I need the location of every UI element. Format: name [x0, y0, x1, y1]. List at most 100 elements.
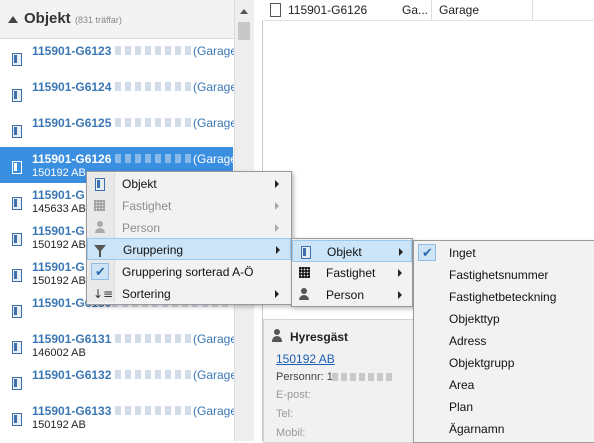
redacted-text	[115, 334, 191, 343]
redacted-text	[115, 406, 191, 415]
submenu-arrow-icon	[275, 224, 279, 232]
submenu-item-person[interactable]: Person	[292, 284, 412, 306]
submenu-item-objekt[interactable]: Objekt	[292, 240, 412, 262]
option-area[interactable]: Area	[414, 374, 594, 396]
option-objekttyp[interactable]: Objekttyp	[414, 308, 594, 330]
check-icon: ✔	[95, 264, 106, 279]
result-count: (831 träffar)	[75, 15, 122, 25]
menu-item-person: Person	[87, 217, 291, 239]
option-label: Ägarnamn	[449, 422, 505, 436]
email-label: E-post:	[276, 389, 311, 401]
object-owner: 145633 AB	[32, 203, 86, 215]
phone-label: Tel:	[276, 408, 294, 420]
menu-item-label: Fastighet	[122, 199, 172, 213]
menu-item-fastighet: Fastighet	[87, 195, 291, 217]
context-menu: Objekt Fastighet Person Gruppering ✔ Gru…	[86, 171, 292, 305]
row-type: Garage	[439, 3, 480, 17]
menu-item-label: Fastighet	[326, 266, 376, 280]
document-icon	[12, 197, 22, 210]
document-icon	[12, 161, 22, 174]
option-label: Plan	[449, 400, 474, 414]
column-divider	[532, 0, 533, 20]
option-label: Fastighetbeteckning	[449, 290, 557, 304]
object-code: 115901-G6124	[32, 80, 112, 94]
option-adress[interactable]: Adress	[414, 330, 594, 352]
building-icon	[299, 267, 310, 278]
row-type-short: Ga...	[402, 3, 429, 17]
list-item[interactable]: 115901-G6132 (Garage	[0, 363, 237, 399]
document-icon	[12, 125, 22, 138]
menu-item-sortering[interactable]: ↓≡ Sortering	[87, 283, 291, 305]
object-code: 115901-G	[32, 260, 85, 274]
scroll-up-icon[interactable]	[240, 9, 248, 14]
table-row[interactable]: 115901-G6126 Ga... Garage	[262, 0, 594, 21]
scroll-thumb[interactable]	[238, 22, 250, 40]
mobile-label: Mobil:	[276, 427, 306, 439]
document-icon	[12, 89, 22, 102]
submenu-arrow-icon	[275, 290, 279, 298]
funnel-icon	[94, 245, 106, 257]
menu-item-objekt[interactable]: Objekt	[87, 173, 291, 195]
option-label: Area	[449, 378, 475, 392]
redacted-text	[115, 370, 191, 379]
list-item[interactable]: 115901-G6125 (Garage	[0, 111, 237, 147]
person-icon	[272, 329, 282, 343]
person-icon	[299, 288, 309, 300]
list-item[interactable]: 115901-G6123 (Garage	[0, 39, 237, 75]
collapse-icon[interactable]	[8, 16, 18, 23]
submenu-item-fastighet[interactable]: Fastighet	[292, 262, 412, 284]
submenu-arrow-icon	[275, 180, 279, 188]
check-icon: ✔	[422, 245, 433, 260]
menu-item-label: Person	[122, 221, 161, 235]
menu-item-label: Objekt	[122, 177, 157, 191]
menu-item-label: Gruppering sorterad A-Ö	[122, 265, 254, 279]
object-type: (Garage	[193, 152, 238, 166]
object-type: (Garage	[193, 368, 238, 382]
object-type: (Garage	[193, 404, 238, 418]
menu-item-label: Person	[326, 288, 365, 302]
building-icon	[94, 200, 105, 211]
submenu-arrow-icon	[399, 248, 403, 256]
tenant-link[interactable]: 150192 AB	[276, 352, 335, 366]
object-code: 115901-G	[32, 224, 85, 238]
redacted-text	[115, 118, 191, 127]
grouping-submenu: Objekt Fastighet Person	[291, 238, 413, 307]
document-icon	[12, 341, 22, 354]
option-label: Fastighetsnummer	[449, 268, 549, 282]
list-header[interactable]: Objekt (831 träffar)	[0, 0, 253, 39]
list-item[interactable]: 115901-G6124 (Garage	[0, 75, 237, 111]
object-type: (Garage	[193, 116, 238, 130]
list-item[interactable]: 115901-G6133 (Garage 150192 AB	[0, 399, 237, 435]
option-plan[interactable]: Plan	[414, 396, 594, 418]
object-code: 115901-G6131	[32, 332, 112, 346]
menu-item-label: Sortering	[122, 287, 171, 301]
tenant-card: Hyresgäst 150192 AB Personnr: 1 E-post: …	[263, 319, 415, 443]
option-fastighetbeteckning[interactable]: Fastighetbeteckning	[414, 286, 594, 308]
option-objektgrupp[interactable]: Objektgrupp	[414, 352, 594, 374]
row-code: 115901-G6126	[288, 3, 368, 17]
person-icon	[95, 221, 105, 233]
list-item[interactable]: 115901-G6131 (Garage 146002 AB	[0, 327, 237, 363]
document-icon	[12, 413, 22, 426]
object-type: (Garage	[193, 44, 238, 58]
object-code: 115901-G6123	[32, 44, 112, 58]
object-owner: 146002 AB	[32, 347, 86, 359]
option-label: Adress	[449, 334, 487, 348]
redacted-text	[115, 46, 191, 55]
document-icon	[12, 377, 22, 390]
menu-item-gruppering[interactable]: Gruppering	[87, 238, 291, 260]
option-inget[interactable]: ✔ Inget	[414, 242, 594, 264]
object-owner: 150192 AB	[32, 167, 86, 179]
option-label: Inget	[449, 246, 476, 260]
sort-icon: ↓≡	[93, 287, 114, 301]
submenu-arrow-icon	[275, 202, 279, 210]
option-fastighetsnummer[interactable]: Fastighetsnummer	[414, 264, 594, 286]
document-icon	[12, 269, 22, 282]
document-icon	[95, 178, 105, 191]
object-type: (Garage	[193, 80, 238, 94]
object-code: 115901-G6133	[32, 404, 112, 418]
tenant-title: Hyresgäst	[290, 330, 349, 344]
menu-item-gruppering-sorterad[interactable]: ✔ Gruppering sorterad A-Ö	[87, 261, 291, 283]
object-code: 115901-G	[32, 188, 85, 202]
option-agarnamn[interactable]: Ägarnamn	[414, 418, 594, 440]
